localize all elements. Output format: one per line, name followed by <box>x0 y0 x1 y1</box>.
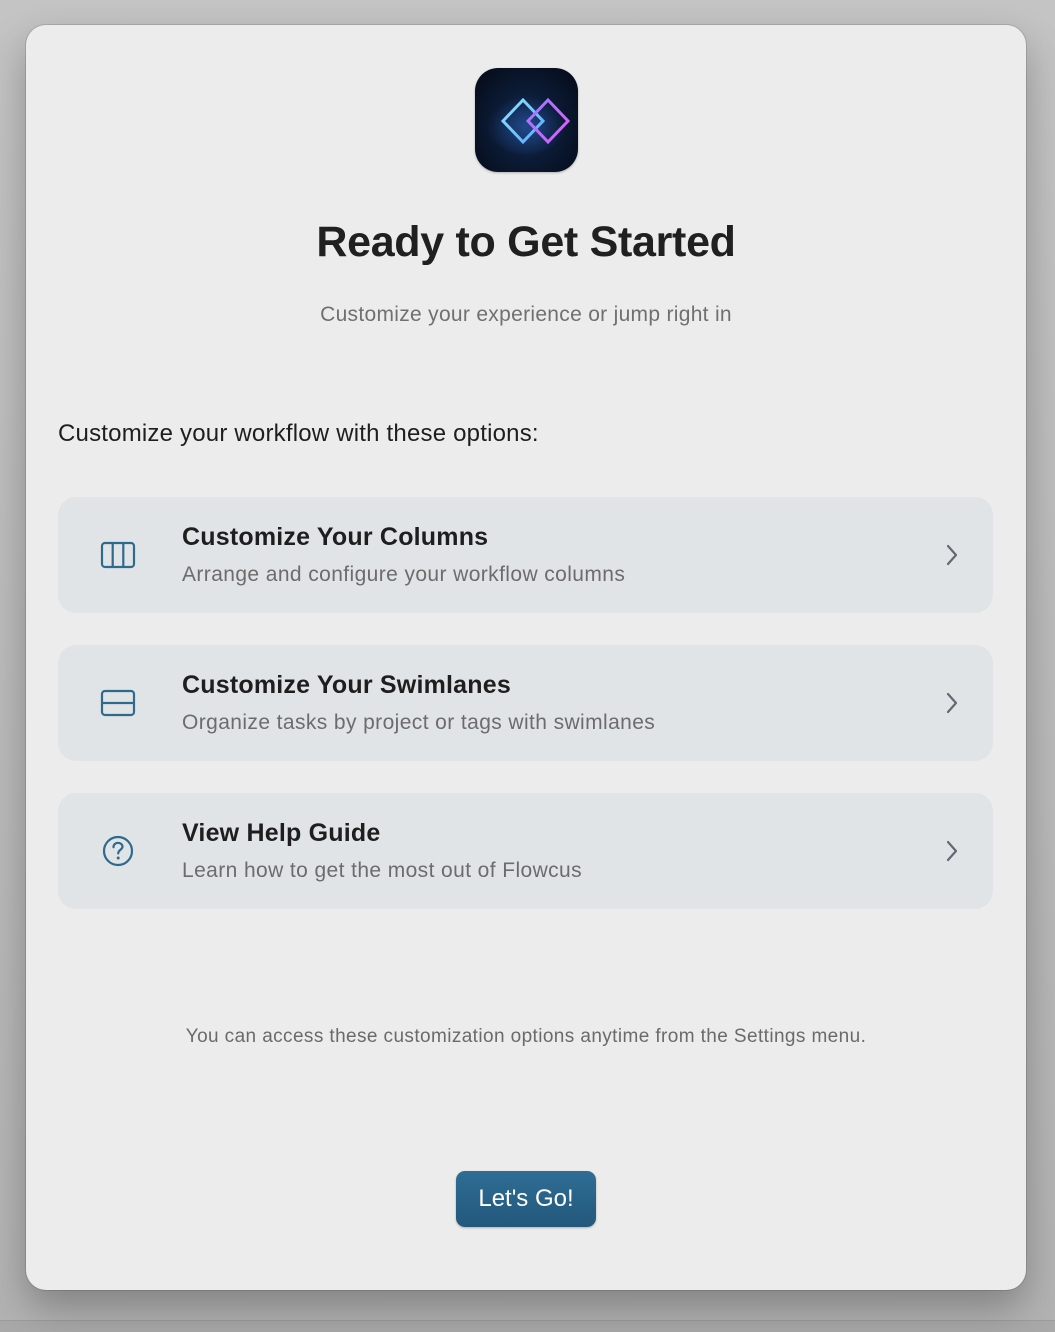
view-help-guide-option[interactable]: View Help Guide Learn how to get the mos… <box>58 793 993 909</box>
chevron-right-icon <box>945 543 959 567</box>
flowcus-app-icon <box>475 68 578 172</box>
option-title: View Help Guide <box>182 819 381 847</box>
dialog-subtitle: Customize your experience or jump right … <box>320 303 732 326</box>
chevron-right-icon <box>945 691 959 715</box>
customize-columns-option[interactable]: Customize Your Columns Arrange and confi… <box>58 497 993 613</box>
settings-footnote: You can access these customization optio… <box>185 1026 867 1047</box>
dialog-title: Ready to Get Started <box>316 218 736 266</box>
option-description: Learn how to get the most out of Flowcus <box>182 859 583 882</box>
option-title: Customize Your Swimlanes <box>182 671 511 699</box>
lets-go-button[interactable]: Let's Go! <box>456 1171 596 1227</box>
option-description: Arrange and configure your workflow colu… <box>182 563 626 586</box>
help-circle-icon <box>100 833 136 869</box>
window-bottom-edge <box>0 1320 1055 1332</box>
customize-swimlanes-option[interactable]: Customize Your Swimlanes Organize tasks … <box>58 645 993 761</box>
columns-icon <box>100 537 136 573</box>
swimlanes-icon <box>100 685 136 721</box>
options-section-heading: Customize your workflow with these optio… <box>58 420 539 447</box>
option-title: Customize Your Columns <box>182 523 489 551</box>
option-description: Organize tasks by project or tags with s… <box>182 711 656 734</box>
welcome-dialog: Ready to Get Started Customize your expe… <box>26 25 1026 1290</box>
chevron-right-icon <box>945 839 959 863</box>
